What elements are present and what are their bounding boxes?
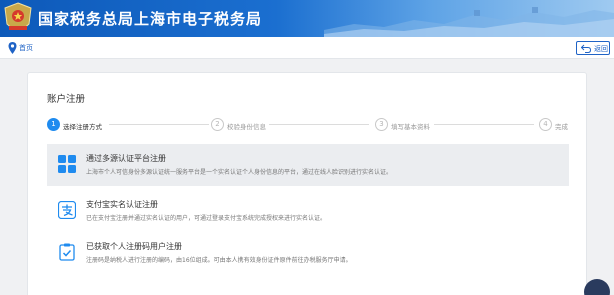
site-title: 国家税务总局上海市电子税务局 [38,10,263,28]
option-alipay-auth[interactable]: 支付宝实名认证注册 已在支付宝注册并通过实名认证的用户，可通过登录支付宝系统完成… [47,190,569,232]
step-number: 1 [47,118,60,131]
step-connector [434,124,534,125]
step-number: 2 [211,118,224,131]
breadcrumb-home-link[interactable]: 首页 [19,43,33,53]
tax-emblem-icon [4,2,32,30]
option-registration-code[interactable]: 已获取个人注册码用户注册 注册码是纳税人进行注册的编码，由16位组成。可由本人携… [47,232,569,274]
alipay-icon [58,201,76,219]
option-title: 已获取个人注册码用户注册 [86,242,182,251]
registration-card: 账户注册 1 选择注册方式 2 校验身份信息 3 填写基本资料 4 完成 通过多 [27,72,587,295]
back-button[interactable]: 返回 [576,41,610,55]
step-label: 校验身份信息 [227,123,266,131]
option-title: 支付宝实名认证注册 [86,200,158,209]
step-connector [109,124,209,125]
option-description: 注册码是纳税人进行注册的编码，由16位组成。可由本人携有效身份证件原件前往办税服… [86,257,352,264]
option-description: 上海市个人可信身份多源认证统一服务平台是一个实名认证个人身份信息的平台，通过在线… [86,169,393,176]
step-label: 完成 [555,123,568,131]
option-title: 通过多源认证平台注册 [86,154,166,163]
registration-steps: 1 选择注册方式 2 校验身份信息 3 填写基本资料 4 完成 [47,118,577,132]
step-label: 选择注册方式 [63,123,102,131]
option-description: 已在支付宝注册并通过实名认证的用户，可通过登录支付宝系统完成授权来进行实名认证。 [86,215,327,222]
step-number: 4 [539,118,552,131]
page-title: 账户注册 [47,94,86,105]
breadcrumb: 首页 返回 [0,37,614,59]
registration-code-icon [59,243,75,261]
return-arrow-icon [581,44,591,53]
floating-help-button[interactable] [584,279,610,295]
site-header: 国家税务总局上海市电子税务局 [0,0,614,37]
step-connector [269,124,369,125]
step-number: 3 [375,118,388,131]
app-grid-icon [58,155,76,173]
great-wall-banner [324,7,614,37]
step-label: 填写基本资料 [391,123,430,131]
location-pin-icon [8,42,17,54]
back-button-label: 返回 [594,45,608,53]
option-multi-source-auth[interactable]: 通过多源认证平台注册 上海市个人可信身份多源认证统一服务平台是一个实名认证个人身… [47,144,569,186]
